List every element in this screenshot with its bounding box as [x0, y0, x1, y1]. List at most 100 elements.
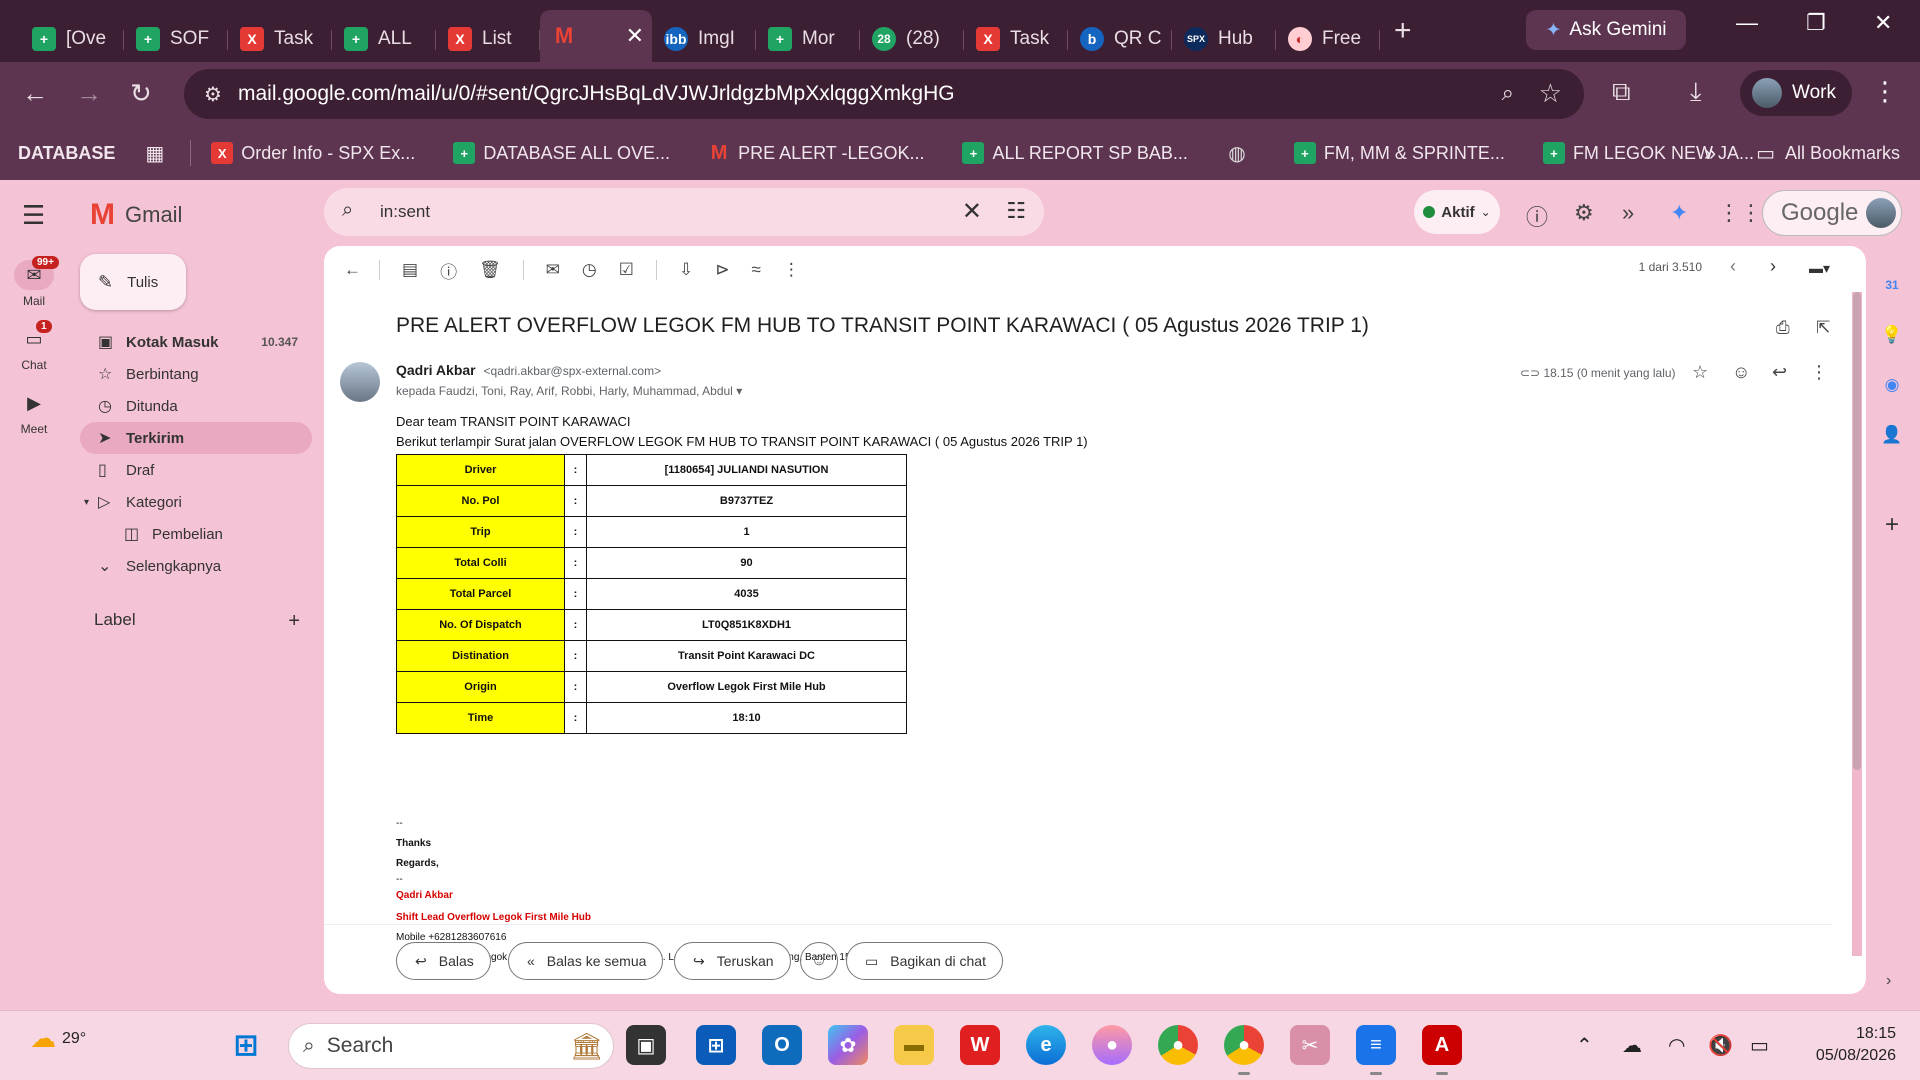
new-tab-button[interactable]: +	[1394, 14, 1412, 48]
browser-tab[interactable]: + ALL	[332, 16, 436, 62]
compose-button[interactable]: ✎ Tulis	[80, 254, 186, 310]
firefox-like-icon[interactable]: ●	[1092, 1025, 1132, 1065]
move-to-icon[interactable]: ⇩	[679, 260, 693, 280]
extensions-icon[interactable]: ⧉	[1612, 76, 1631, 108]
message-more-icon[interactable]: ⋮	[1810, 362, 1828, 383]
gmail-logo[interactable]: M Gmail	[90, 198, 182, 232]
sender-name[interactable]: Qadri Akbar	[396, 362, 476, 378]
bookmark-item[interactable]: ◍	[1226, 142, 1256, 165]
email-scrollbar[interactable]	[1852, 292, 1862, 956]
snipping-tool-icon[interactable]: ✂	[1290, 1025, 1330, 1065]
cloud-off-icon[interactable]: ☁	[1622, 1033, 1642, 1058]
gemini-features-icon[interactable]: »	[1622, 200, 1634, 226]
add-addon-icon[interactable]: +	[1872, 500, 1912, 550]
wifi-icon[interactable]: ◠	[1668, 1033, 1685, 1058]
label-icon[interactable]: ⊳	[715, 260, 729, 280]
store-icon[interactable]: ⊞	[696, 1025, 736, 1065]
calendar-icon[interactable]: 31	[1872, 260, 1912, 310]
clear-search-icon[interactable]: ✕	[962, 197, 982, 226]
system-clock[interactable]: 18:15 05/08/2026	[1796, 1023, 1896, 1067]
address-bar[interactable]: ⚙ mail.google.com/mail/u/0/#sent/QgrcJHs…	[184, 69, 1584, 119]
search-bar[interactable]: ⌕ in:sent ✕ ☷	[324, 188, 1044, 236]
print-icon[interactable]: ⎙	[1776, 318, 1790, 338]
browser-tab[interactable]: + Mor	[756, 16, 860, 62]
chrome-profile-icon[interactable]: ●	[1224, 1025, 1264, 1075]
browser-menu-icon[interactable]: ⋮	[1872, 76, 1898, 107]
copilot-icon[interactable]: ✿	[828, 1025, 868, 1065]
battery-icon[interactable]: ▭	[1750, 1033, 1769, 1058]
reload-icon[interactable]: ↻	[130, 78, 152, 109]
chrome-icon[interactable]: ●	[1158, 1025, 1198, 1065]
browser-tab[interactable]: M ✕	[540, 10, 652, 62]
site-info-icon[interactable]: ⚙	[204, 82, 222, 107]
google-account-button[interactable]: Google	[1762, 190, 1902, 236]
outlook-icon[interactable]: O	[762, 1025, 802, 1065]
share-in-chat-button[interactable]: ▭ Bagikan di chat	[846, 942, 1003, 980]
delete-icon[interactable]: 🗑	[479, 260, 501, 280]
browser-tab[interactable]: + SOF	[124, 16, 228, 62]
ask-gemini-button[interactable]: ✦ Ask Gemini	[1526, 10, 1686, 50]
zoom-icon[interactable]: ⌕	[1502, 80, 1514, 106]
reply-button[interactable]: ↩ Balas	[396, 942, 491, 980]
bookmark-item[interactable]: M PRE ALERT -LEGOK...	[708, 142, 925, 164]
all-bookmarks-button[interactable]: ▭ All Bookmarks	[1756, 141, 1900, 166]
bookmark-folder-database[interactable]: DATABASE	[18, 143, 115, 164]
settings-gear-icon[interactable]: ⚙	[1574, 200, 1594, 226]
input-tools-icon[interactable]: ▬▾	[1809, 260, 1830, 277]
bookmark-item[interactable]: + FM, MM & SPRINTE...	[1293, 142, 1505, 164]
rail-item-chat[interactable]: ▭ 1 Chat	[0, 320, 68, 388]
emoji-button[interactable]: ☺	[800, 942, 838, 980]
gemini-spark-icon[interactable]: ✦	[1670, 200, 1688, 226]
recipients[interactable]: kepada Faudzi, Toni, Ray, Arif, Robbi, H…	[396, 384, 742, 398]
browser-tab[interactable]: X Task	[228, 16, 332, 62]
tasks-icon[interactable]: ◉	[1872, 360, 1912, 410]
snooze-icon[interactable]: ◷	[582, 260, 597, 280]
profile-button[interactable]: Work	[1740, 70, 1852, 116]
expand-side-panel-icon[interactable]: ›	[1886, 972, 1891, 990]
browser-tab[interactable]: ◐ Free	[1276, 16, 1380, 62]
volume-muted-icon[interactable]: 🔇	[1708, 1033, 1733, 1058]
emoji-react-icon[interactable]: ☺	[1732, 362, 1750, 383]
add-task-icon[interactable]: ☑	[619, 260, 634, 280]
mark-unread-icon[interactable]: ✉	[546, 260, 560, 280]
taskbar-search[interactable]: ⌕ Search 🏛	[288, 1023, 614, 1069]
windows-start-icon[interactable]: ⊞	[226, 1025, 266, 1065]
tray-overflow-icon[interactable]: ⌃	[1576, 1033, 1593, 1058]
edge-icon[interactable]: e	[1026, 1025, 1066, 1065]
task-view-icon[interactable]: ▣	[626, 1025, 666, 1065]
folder-berbintang[interactable]: ☆ Berbintang	[80, 358, 312, 390]
next-page-icon[interactable]: ›	[1770, 256, 1776, 277]
filter-icon[interactable]: ≈	[752, 260, 761, 280]
bookmark-item[interactable]: + DATABASE ALL OVE...	[453, 142, 670, 164]
reply-icon[interactable]: ↩	[1772, 362, 1787, 383]
more-bookmarks-icon[interactable]: »	[1704, 140, 1716, 166]
search-icon[interactable]: ⌕	[342, 199, 353, 222]
expand-arrow-icon[interactable]: ▾	[84, 497, 89, 508]
bookmark-item[interactable]: X Order Info - SPX Ex...	[211, 142, 415, 164]
folder-pembelian[interactable]: ◫ Pembelian	[80, 518, 312, 550]
archive-icon[interactable]: ▤	[402, 260, 418, 280]
folder-kategori[interactable]: ▾ ▷ Kategori	[80, 486, 312, 518]
folder-kotak-masuk[interactable]: ▣ Kotak Masuk 10.347	[80, 326, 312, 358]
browser-tab[interactable]: ibb ImgI	[652, 16, 756, 62]
back-icon[interactable]: ←	[22, 78, 48, 109]
notepad-icon[interactable]: ≡	[1356, 1025, 1396, 1075]
browser-tab[interactable]: + [Ove	[20, 16, 124, 62]
restore-icon[interactable]: ❐	[1806, 10, 1826, 36]
google-apps-icon[interactable]: ⋮⋮	[1718, 200, 1762, 226]
folder-draf[interactable]: ▯ Draf	[80, 454, 312, 486]
close-window-icon[interactable]: ✕	[1874, 10, 1892, 36]
folder-ditunda[interactable]: ◷ Ditunda	[80, 390, 312, 422]
main-menu-icon[interactable]: ☰	[22, 200, 45, 231]
downloads-icon[interactable]: ⤓	[1690, 76, 1702, 108]
status-button[interactable]: Aktif ⌄	[1414, 190, 1500, 234]
back-to-list-icon[interactable]: ←	[344, 260, 361, 280]
weather-widget[interactable]: ☁ 29°	[30, 1023, 86, 1054]
report-spam-icon[interactable]: ⓘ	[440, 258, 457, 283]
scrollbar-thumb[interactable]	[1853, 292, 1861, 770]
help-icon[interactable]: ⓘ	[1526, 200, 1548, 232]
sender-avatar[interactable]	[340, 362, 380, 402]
bookmark-star-icon[interactable]: ☆	[1539, 78, 1562, 109]
close-tab-icon[interactable]: ✕	[626, 23, 644, 49]
forward-button[interactable]: ↪ Teruskan	[674, 942, 791, 980]
